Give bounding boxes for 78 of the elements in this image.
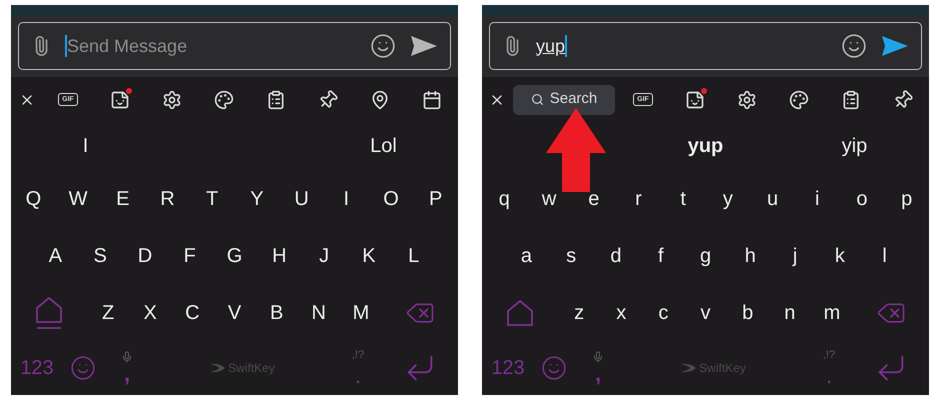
- letter-key[interactable]: b: [742, 298, 754, 328]
- search-icon: [530, 93, 544, 106]
- letter-key[interactable]: d: [610, 240, 622, 270]
- suggestion[interactable]: yup: [688, 131, 724, 161]
- letter-key[interactable]: D: [138, 240, 152, 270]
- letter-key[interactable]: w: [542, 184, 556, 214]
- letter-key[interactable]: B: [270, 298, 284, 328]
- letter-key[interactable]: G: [226, 240, 242, 270]
- letter-key[interactable]: t: [680, 184, 686, 214]
- send-icon[interactable]: [410, 35, 438, 57]
- letter-key[interactable]: T: [206, 184, 218, 214]
- sticker-icon[interactable]: [685, 90, 705, 110]
- letter-key[interactable]: F: [184, 240, 196, 270]
- suggestion[interactable]: Lol: [370, 131, 397, 161]
- letter-key[interactable]: r: [635, 184, 642, 214]
- sticker-icon[interactable]: [110, 90, 130, 110]
- search-button[interactable]: Search: [513, 84, 615, 114]
- letter-key[interactable]: V: [228, 298, 242, 328]
- letter-key[interactable]: M: [352, 298, 370, 328]
- mic-icon: [592, 351, 604, 363]
- letter-key[interactable]: l: [882, 240, 887, 270]
- letter-key[interactable]: v: [700, 298, 710, 328]
- letter-key[interactable]: o: [856, 184, 868, 214]
- letter-key[interactable]: n: [784, 298, 796, 328]
- letter-key[interactable]: p: [901, 184, 912, 214]
- clipboard-icon[interactable]: [266, 90, 286, 110]
- letter-key[interactable]: Y: [250, 184, 264, 214]
- letter-key[interactable]: S: [94, 240, 107, 270]
- letter-key[interactable]: y: [722, 184, 733, 214]
- letter-key[interactable]: g: [700, 240, 712, 270]
- letter-key[interactable]: J: [319, 240, 330, 270]
- mic-icon: [121, 351, 133, 363]
- settings-icon[interactable]: [737, 90, 757, 110]
- letter-key[interactable]: h: [744, 240, 756, 270]
- swiftkey-logo-icon: [681, 363, 698, 373]
- letter-key[interactable]: m: [824, 298, 840, 328]
- letter-key[interactable]: E: [116, 184, 130, 214]
- swiftkey-logo-icon: [210, 363, 226, 373]
- letter-key[interactable]: A: [48, 240, 62, 270]
- letter-key[interactable]: f: [658, 240, 664, 270]
- letter-key[interactable]: Z: [102, 298, 114, 328]
- letter-key[interactable]: Q: [26, 184, 42, 214]
- punctuation-hint: ,!?: [822, 350, 836, 360]
- letter-key[interactable]: j: [792, 240, 798, 270]
- settings-icon[interactable]: [162, 90, 182, 110]
- letter-key[interactable]: x: [616, 298, 626, 328]
- letter-key[interactable]: H: [272, 240, 287, 270]
- letter-key[interactable]: i: [815, 184, 820, 214]
- suggestion[interactable]: yip: [842, 131, 868, 161]
- punctuation-hint: ,!?: [352, 350, 364, 360]
- letter-key[interactable]: I: [343, 184, 350, 214]
- letter-key[interactable]: N: [312, 298, 326, 328]
- send-icon[interactable]: [881, 35, 909, 57]
- letter-key[interactable]: L: [408, 240, 420, 270]
- letter-key[interactable]: s: [566, 240, 576, 270]
- location-pin-icon[interactable]: [370, 90, 390, 110]
- letter-key[interactable]: c: [658, 298, 668, 328]
- letter-key[interactable]: P: [429, 184, 442, 214]
- letter-key[interactable]: e: [588, 184, 600, 214]
- letter-key[interactable]: O: [383, 184, 399, 214]
- suggestion[interactable]: I: [82, 131, 88, 161]
- letter-key[interactable]: R: [160, 184, 175, 214]
- letter-key[interactable]: C: [185, 298, 200, 328]
- letter-key[interactable]: K: [362, 240, 376, 270]
- letter-key[interactable]: W: [68, 184, 88, 214]
- palette-icon[interactable]: [214, 90, 234, 110]
- letter-key[interactable]: k: [834, 240, 845, 270]
- letter-key[interactable]: a: [520, 240, 532, 270]
- clipboard-icon[interactable]: [841, 90, 861, 110]
- letter-key[interactable]: q: [498, 184, 510, 214]
- emoji-icon[interactable]: [841, 33, 867, 59]
- emoji-icon[interactable]: [370, 33, 396, 59]
- palette-icon[interactable]: [789, 90, 809, 110]
- calendar-icon[interactable]: [422, 90, 442, 110]
- letter-key[interactable]: X: [144, 298, 157, 328]
- letter-key[interactable]: u: [767, 184, 778, 214]
- letter-key[interactable]: z: [574, 298, 584, 328]
- letter-key[interactable]: U: [294, 184, 309, 214]
